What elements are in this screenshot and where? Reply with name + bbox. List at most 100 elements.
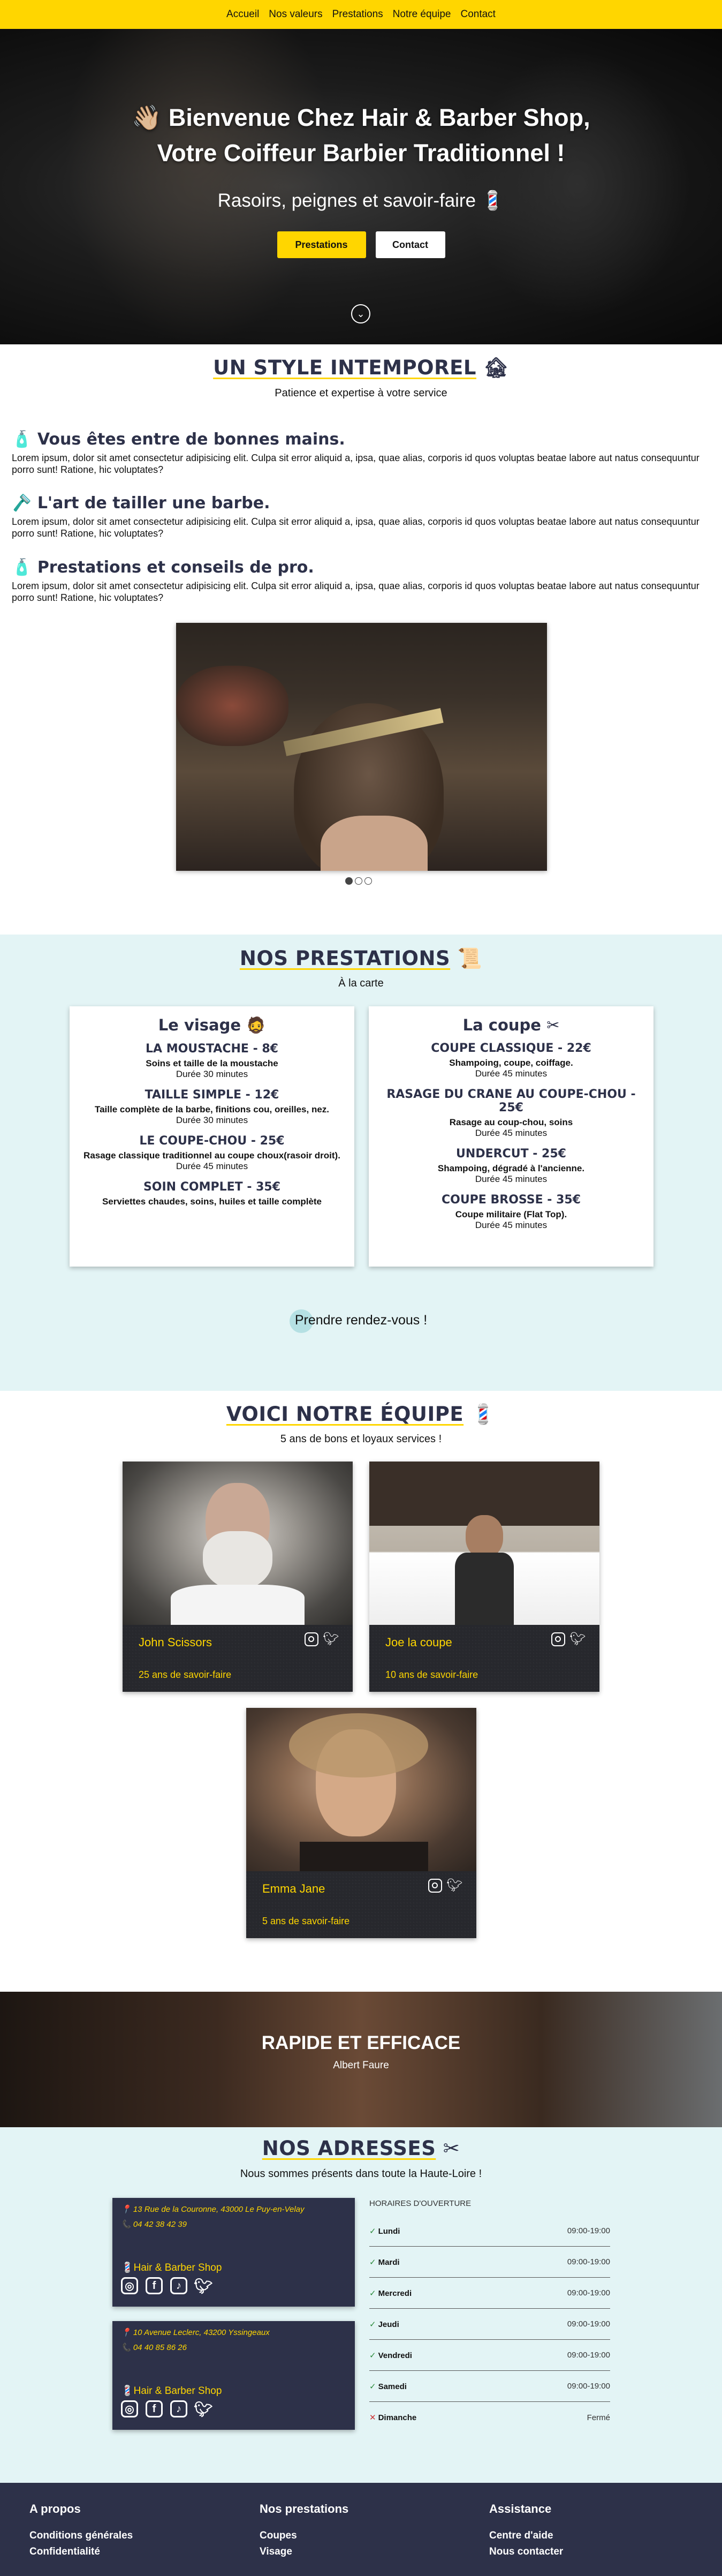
service-duration: Durée 45 minutes bbox=[475, 1128, 548, 1138]
nav-prestations[interactable]: Prestations bbox=[332, 9, 383, 20]
social-links: 🐦︎ bbox=[551, 1632, 586, 1646]
instagram-icon[interactable] bbox=[551, 1632, 565, 1646]
tiktok-icon[interactable]: ♪ bbox=[170, 2277, 187, 2294]
carousel-image[interactable] bbox=[176, 623, 547, 871]
service-title: LE COUPE-CHOU - 25€ bbox=[139, 1134, 285, 1148]
service-desc: Rasage au coup-chou, soins bbox=[449, 1117, 573, 1127]
section-title: UN STYLE INTEMPOREL 🏚 bbox=[213, 356, 509, 379]
footer-link[interactable]: Visage bbox=[260, 2546, 348, 2558]
footer-link[interactable]: Coupes bbox=[260, 2530, 348, 2542]
facebook-icon[interactable]: f bbox=[146, 2400, 163, 2417]
member-info: Emma Jane 🐦︎ 5 ans de savoir-faire bbox=[246, 1871, 476, 1938]
service-duration: Durée 45 minutes bbox=[475, 1068, 548, 1079]
check-icon: ✓ bbox=[369, 2319, 376, 2329]
social-links: 🐦︎ bbox=[428, 1879, 462, 1893]
beard-icon: 🧔 bbox=[246, 1016, 266, 1034]
service-item: LA MOUSTACHE - 8€ Soins et taille de la … bbox=[75, 1042, 349, 1080]
shirt-shape bbox=[171, 1585, 305, 1628]
footer-column-assistance: Assistance Centre d'aide Nous contacter bbox=[489, 2502, 563, 2562]
beard-shape bbox=[203, 1531, 272, 1590]
service-title: RASAGE DU CRANE AU COUPE-CHOU - 25€ bbox=[386, 1088, 636, 1114]
footer-heading: Nos prestations bbox=[260, 2502, 349, 2515]
tiktok-icon[interactable]: ♪ bbox=[170, 2400, 187, 2417]
day-label: Vendredi bbox=[378, 2351, 412, 2360]
instagram-icon[interactable]: ◎ bbox=[121, 2400, 138, 2417]
shop-name: 💈Hair & Barber Shop bbox=[121, 2385, 222, 2397]
shop-name: 💈Hair & Barber Shop bbox=[121, 2262, 222, 2273]
feature-title: Prestations et conseils de pro. bbox=[37, 558, 314, 577]
instagram-icon[interactable] bbox=[428, 1879, 442, 1893]
service-duration: Durée 45 minutes bbox=[475, 1174, 548, 1184]
instagram-icon[interactable] bbox=[305, 1632, 318, 1646]
section-title: VOICI NOTRE ÉQUIPE 💈 bbox=[226, 1403, 496, 1426]
appointment-link[interactable]: Prendre rendez-vous ! bbox=[0, 1309, 722, 1333]
scroll-down-icon[interactable]: ⌄ bbox=[351, 304, 370, 323]
footer-heading: Assistance bbox=[489, 2502, 552, 2515]
carousel-dot[interactable] bbox=[364, 877, 372, 885]
addresses-section: NOS ADRESSES ✂ Nous sommes présents dans… bbox=[0, 2127, 722, 2483]
service-duration: Durée 30 minutes bbox=[176, 1115, 248, 1125]
prestations-button[interactable]: Prestations bbox=[277, 231, 366, 258]
appointment-label[interactable]: Prendre rendez-vous ! bbox=[295, 1313, 427, 1328]
service-duration: Durée 45 minutes bbox=[176, 1161, 248, 1171]
card-title: La coupe bbox=[462, 1016, 541, 1034]
nav-equipe[interactable]: Notre équipe bbox=[393, 9, 451, 20]
service-item: COUPE BROSSE - 35€ Coupe militaire (Flat… bbox=[374, 1193, 648, 1231]
footer-link[interactable]: Confidentialité bbox=[29, 2546, 133, 2558]
hours-row: ✓ Mardi 09:00-19:00 bbox=[369, 2247, 610, 2278]
check-icon: ✓ bbox=[369, 2288, 376, 2298]
service-title: SOIN COMPLET - 35€ bbox=[143, 1180, 281, 1194]
service-title: TAILLE SIMPLE - 12€ bbox=[145, 1088, 279, 1102]
team-section: VOICI NOTRE ÉQUIPE 💈 5 ans de bons et lo… bbox=[0, 1391, 722, 1992]
feature-title: L'art de tailler une barbe. bbox=[37, 494, 270, 513]
feature-item: 🪒 L'art de tailler une barbe. Lorem ipsu… bbox=[12, 494, 708, 539]
shop-card: 📍 10 Avenue Leclerc, 43200 Yssingeaux 📞 … bbox=[112, 2321, 355, 2430]
twitter-icon[interactable]: 🐦︎ bbox=[194, 2400, 213, 2417]
contact-button[interactable]: Contact bbox=[375, 231, 445, 258]
nav-accueil[interactable]: Accueil bbox=[226, 9, 259, 20]
hours-row: ✕ Dimanche Fermé bbox=[369, 2402, 610, 2433]
hours-row: ✓ Samedi 09:00-19:00 bbox=[369, 2371, 610, 2402]
coupe-card: La coupe ✂ COUPE CLASSIQUE - 22€ Shampoi… bbox=[369, 1006, 653, 1267]
feature-text: Lorem ipsum, dolor sit amet consectetur … bbox=[12, 516, 700, 539]
tattoo-arm-shape bbox=[176, 666, 288, 746]
hours-value: Fermé bbox=[587, 2413, 610, 2422]
footer-link[interactable]: Conditions générales bbox=[29, 2530, 133, 2542]
nav-contact[interactable]: Contact bbox=[460, 9, 495, 20]
hours-value: 09:00-19:00 bbox=[567, 2257, 610, 2266]
carousel-dot[interactable] bbox=[355, 877, 362, 885]
twitter-icon[interactable]: 🐦︎ bbox=[323, 1632, 339, 1646]
hero: 👋🏼 Bienvenue Chez Hair & Barber Shop, Vo… bbox=[0, 29, 722, 344]
twitter-icon[interactable]: 🐦︎ bbox=[446, 1879, 462, 1893]
quote-author: Albert Faure bbox=[333, 2060, 389, 2071]
hero-title: 👋🏼 Bienvenue Chez Hair & Barber Shop, Vo… bbox=[0, 100, 722, 171]
team-member-card: Joe la coupe 🐦︎ 10 ans de savoir-faire bbox=[369, 1462, 599, 1692]
feature-text: Lorem ipsum, dolor sit amet consectetur … bbox=[12, 453, 700, 475]
shop-phone[interactable]: 📞 04 40 85 86 26 bbox=[121, 2342, 346, 2352]
hero-title-line1: 👋🏼 Bienvenue Chez Hair & Barber Shop, bbox=[132, 104, 590, 131]
nav-valeurs[interactable]: Nos valeurs bbox=[269, 9, 322, 20]
facebook-icon[interactable]: f bbox=[146, 2277, 163, 2294]
hours-row: ✓ Vendredi 09:00-19:00 bbox=[369, 2340, 610, 2371]
carousel-dot[interactable] bbox=[345, 877, 353, 885]
footer: A propos Conditions générales Confidenti… bbox=[0, 2483, 722, 2576]
shop-phone[interactable]: 📞 04 42 38 42 39 bbox=[121, 2219, 346, 2229]
hours-value: 09:00-19:00 bbox=[567, 2319, 610, 2329]
twitter-icon[interactable]: 🐦︎ bbox=[569, 1632, 586, 1646]
day-label: Dimanche bbox=[378, 2413, 417, 2422]
apron-shape bbox=[455, 1553, 514, 1625]
top-nav: Accueil Nos valeurs Prestations Notre éq… bbox=[0, 0, 722, 29]
hours-row: ✓ Jeudi 09:00-19:00 bbox=[369, 2309, 610, 2340]
member-info: Joe la coupe 🐦︎ 10 ans de savoir-faire bbox=[369, 1625, 599, 1692]
twitter-icon[interactable]: 🐦︎ bbox=[194, 2277, 213, 2294]
shop-address: 📍 13 Rue de la Couronne, 43000 Le Puy-en… bbox=[121, 2205, 305, 2214]
member-photo bbox=[369, 1462, 599, 1625]
face-shape bbox=[466, 1515, 503, 1558]
member-experience: 25 ans de savoir-faire bbox=[139, 1669, 232, 1680]
footer-link[interactable]: Nous contacter bbox=[489, 2546, 563, 2558]
instagram-icon[interactable]: ◎ bbox=[121, 2277, 138, 2294]
member-experience: 5 ans de savoir-faire bbox=[262, 1916, 350, 1926]
check-icon: ✓ bbox=[369, 2257, 376, 2267]
footer-link[interactable]: Centre d'aide bbox=[489, 2530, 563, 2542]
lotion-icon: 🧴 bbox=[12, 558, 32, 577]
